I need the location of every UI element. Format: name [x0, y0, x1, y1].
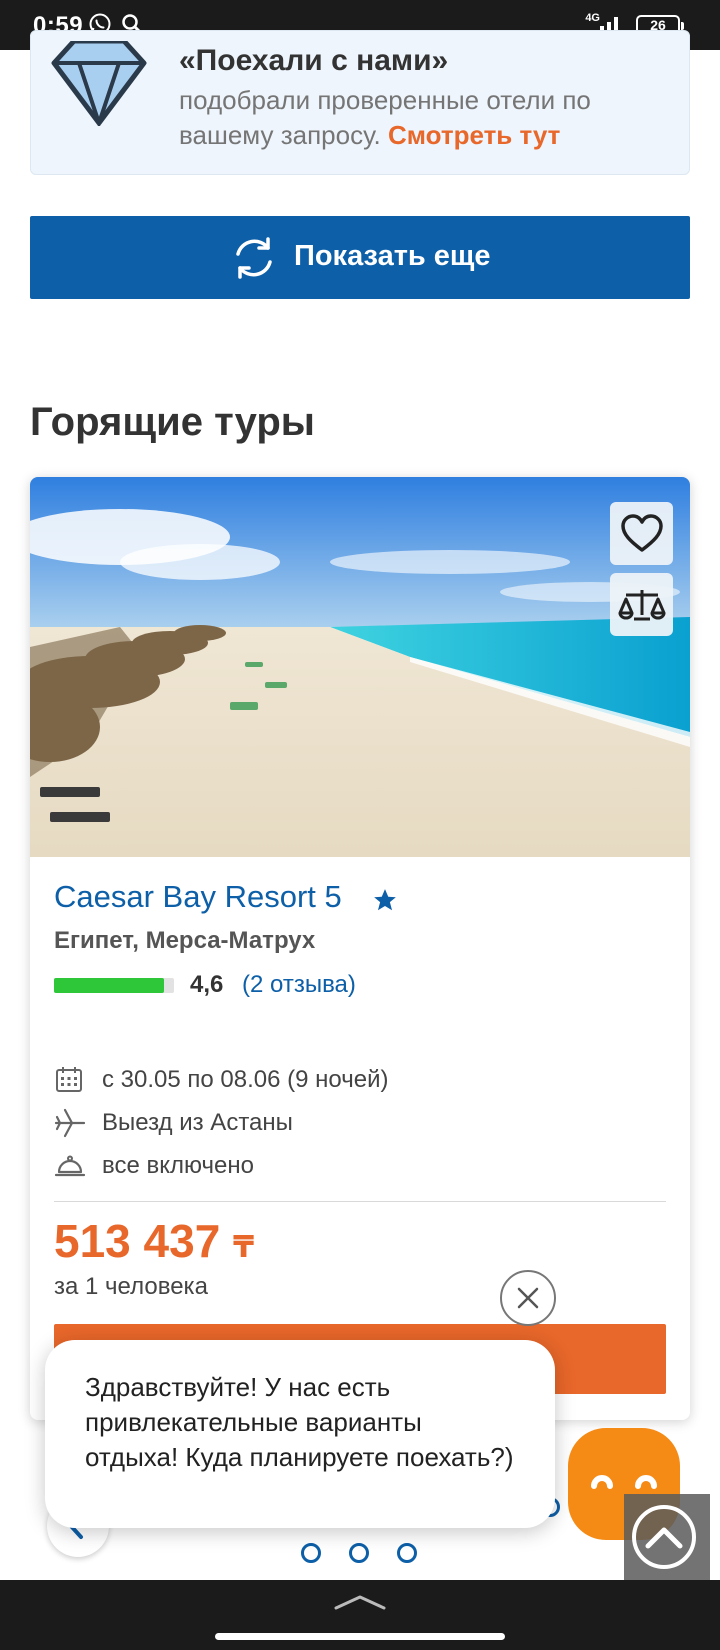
rating-bar — [54, 978, 174, 993]
price-currency: ₸ — [233, 1231, 254, 1264]
scales-icon — [618, 589, 665, 620]
tour-price: 513 437 ₸ — [54, 1214, 254, 1268]
home-indicator[interactable] — [215, 1633, 505, 1640]
carousel-dot[interactable] — [349, 1543, 369, 1563]
promo-card: «Поехали с нами» подобрали проверенные о… — [30, 30, 690, 175]
plane-icon — [54, 1108, 86, 1138]
divider — [54, 1201, 666, 1202]
rating-value: 4,6 — [190, 971, 224, 998]
carousel-dot[interactable] — [301, 1543, 321, 1563]
diamond-icon — [51, 41, 147, 126]
heart-icon — [620, 513, 663, 552]
price-value: 513 437 — [54, 1215, 221, 1267]
show-more-label: Показать еще — [294, 240, 491, 272]
chat-message[interactable]: Здравствуйте! У нас есть привлекательные… — [45, 1340, 555, 1528]
carousel-dot[interactable] — [397, 1543, 417, 1563]
promo-link[interactable]: Смотреть тут — [388, 120, 560, 150]
reviews-link[interactable]: (2 отзыва) — [242, 971, 356, 999]
hotel-name[interactable]: Caesar Bay Resort 5 — [54, 879, 342, 915]
promo-text: подобрали проверенные отели по вашему за… — [179, 83, 659, 153]
compare-button[interactable] — [610, 573, 673, 636]
scroll-to-top-button[interactable] — [624, 1494, 710, 1580]
meal-plan: все включено — [102, 1152, 254, 1179]
system-nav-bar — [0, 1580, 720, 1650]
tour-card[interactable]: Caesar Bay Resort 5 Египет, Мерса-Матрух… — [30, 477, 690, 1420]
promo-title: «Поехали с нами» — [179, 44, 449, 77]
show-more-button[interactable]: Показать еще — [30, 216, 690, 299]
close-chat-button[interactable] — [500, 1270, 556, 1326]
favorite-button[interactable] — [610, 502, 673, 565]
refresh-icon — [236, 237, 272, 279]
cloche-icon — [54, 1155, 86, 1177]
section-title-hot-tours: Горящие туры — [30, 400, 315, 444]
chevron-up-icon[interactable] — [333, 1592, 387, 1612]
close-icon — [517, 1287, 539, 1309]
hotel-photo[interactable] — [30, 477, 690, 857]
calendar-icon — [56, 1067, 82, 1092]
departure-city: Выезд из Астаны — [102, 1109, 293, 1136]
hotel-location: Египет, Мерса-Матрух — [54, 927, 316, 954]
price-note: за 1 человека — [54, 1273, 208, 1300]
beach-image — [30, 477, 690, 857]
tour-dates: с 30.05 по 08.06 (9 ночей) — [102, 1066, 389, 1093]
rating-bar-fill — [54, 978, 165, 993]
arrow-up-icon — [632, 1505, 696, 1569]
star-icon — [374, 889, 396, 911]
